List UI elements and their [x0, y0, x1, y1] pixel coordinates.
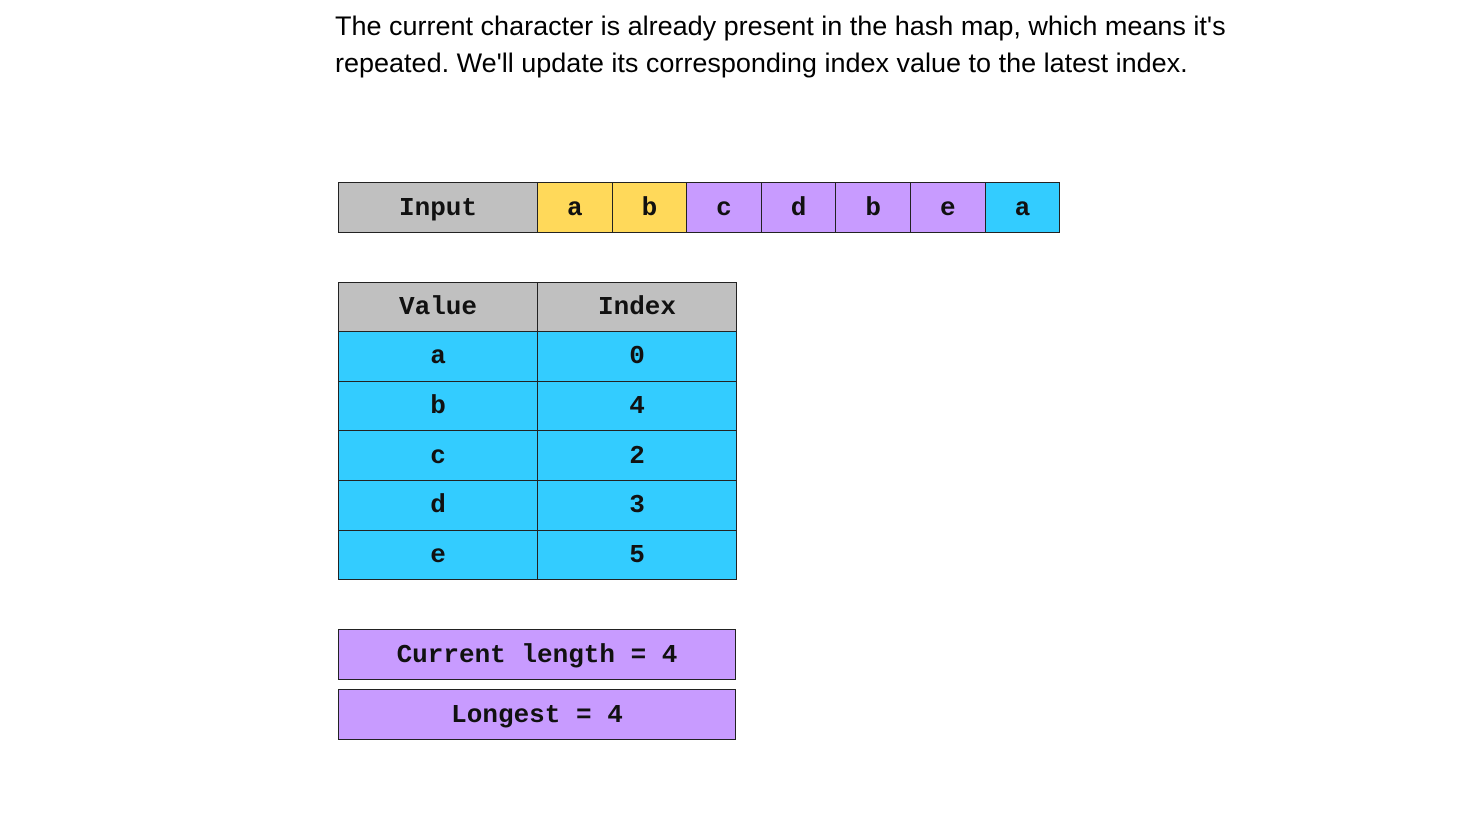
input-char-cell: a: [537, 182, 613, 233]
input-char-cell: e: [910, 182, 986, 233]
table-cell-index: 4: [537, 380, 737, 432]
table-cell-index: 2: [537, 430, 737, 481]
input-char-cell: c: [686, 182, 762, 233]
table-header-index: Index: [537, 282, 737, 332]
table-cell-value: b: [338, 380, 538, 432]
table-cell-value: c: [338, 430, 538, 481]
input-label-cell: Input: [338, 182, 538, 233]
table-cell-index: 3: [537, 480, 737, 531]
step-description: The current character is already present…: [335, 11, 1226, 78]
input-char-cell: b: [611, 182, 688, 233]
table-cell-value: a: [338, 331, 538, 382]
longest-box: Longest = 4: [338, 689, 736, 740]
input-char-cell: b: [835, 182, 911, 233]
table-cell-value: d: [338, 480, 538, 531]
table-cell-index: 0: [537, 331, 737, 382]
table-header-value: Value: [338, 282, 538, 332]
table-cell-value: e: [338, 529, 538, 581]
input-char-cell: a: [984, 182, 1061, 233]
input-char-cell: d: [760, 182, 837, 233]
current-length-box: Current length = 4: [338, 629, 736, 680]
table-cell-index: 5: [537, 529, 737, 581]
